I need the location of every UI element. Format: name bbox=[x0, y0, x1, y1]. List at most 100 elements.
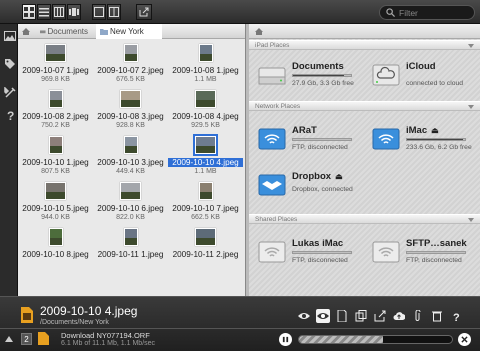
file-thumbnail bbox=[199, 182, 213, 200]
file-item[interactable]: 2009-10-08 2.jpeg 750.2 KB bbox=[18, 88, 93, 134]
usage-bar bbox=[292, 74, 352, 77]
eject-icon[interactable]: ⏏ bbox=[431, 126, 439, 135]
network-places-header[interactable]: Network Places bbox=[249, 101, 480, 111]
places-home-button[interactable] bbox=[251, 24, 267, 39]
place-documents[interactable]: Documents 27.9 Gb, 3.3 Gb free bbox=[249, 57, 359, 95]
dropbox-icon bbox=[258, 174, 286, 196]
file-name: 2009-10-10 8.jpeg bbox=[22, 250, 89, 259]
cloud-upload-icon bbox=[393, 312, 405, 320]
file-name: 2009-10-10 7.jpeg bbox=[172, 204, 239, 213]
list-icon bbox=[39, 8, 49, 17]
place-dropbox[interactable]: Dropbox ⏏ Dropbox, connected bbox=[249, 167, 359, 205]
file-item[interactable]: 2009-10-07 2.jpeg 676.5 KB bbox=[93, 42, 168, 88]
breadcrumb: Documents New York bbox=[18, 24, 245, 39]
coverflow-view-button[interactable] bbox=[67, 4, 81, 20]
file-thumbnail bbox=[45, 44, 66, 62]
grid-view-button[interactable] bbox=[22, 4, 36, 20]
file-item[interactable]: 2009-10-11 1.jpeg bbox=[93, 226, 168, 272]
file-name: 2009-10-08 2.jpeg bbox=[22, 112, 89, 121]
places-breadcrumb bbox=[249, 24, 480, 39]
dual-pane-button[interactable] bbox=[107, 4, 121, 20]
file-thumbnail bbox=[199, 44, 213, 62]
help-sidebar-button[interactable]: ? bbox=[3, 108, 16, 121]
file-item[interactable]: 2009-10-10 3.jpeg 449.4 KB bbox=[93, 134, 168, 180]
place-lukas-imac[interactable]: Lukas iMac FTP, disconnected bbox=[249, 234, 359, 272]
column-view-button[interactable] bbox=[52, 4, 66, 20]
file-item[interactable]: 2009-10-07 1.jpeg 969.8 KB bbox=[18, 42, 93, 88]
section-title: Shared Places bbox=[255, 216, 298, 223]
file-name: 2009-10-10 4.jpeg bbox=[168, 158, 243, 167]
file-name: 2009-10-08 4.jpeg bbox=[172, 112, 239, 121]
file-item[interactable]: 2009-10-08 3.jpeg 928.8 KB bbox=[93, 88, 168, 134]
place-sftp-sanek[interactable]: SFTP…sanek FTP, disconnected bbox=[363, 234, 473, 272]
place-arat[interactable]: ARaT FTP, disconnected bbox=[249, 121, 359, 159]
place-name: Lukas iMac bbox=[292, 238, 344, 249]
tools-icon bbox=[3, 86, 16, 98]
preview-button[interactable] bbox=[297, 309, 311, 323]
transfer-count-badge: 2 bbox=[21, 333, 32, 345]
close-icon bbox=[461, 336, 468, 343]
search-icon bbox=[386, 8, 395, 17]
place-imac[interactable]: iMac ⏏ 233.6 Gb, 6.2 Gb free bbox=[363, 121, 473, 159]
open-in-button[interactable] bbox=[373, 309, 387, 323]
open-in-icon bbox=[374, 310, 386, 322]
images-tool-button[interactable] bbox=[3, 29, 16, 42]
place-icloud[interactable]: iCloud connected to cloud bbox=[363, 57, 473, 95]
delete-button[interactable] bbox=[430, 309, 444, 323]
share-button[interactable] bbox=[136, 4, 152, 20]
pause-download-button[interactable] bbox=[279, 333, 292, 346]
file-item[interactable]: 2009-10-10 8.jpeg bbox=[18, 226, 93, 272]
svg-text:?: ? bbox=[453, 312, 460, 322]
place-status: connected to cloud bbox=[406, 80, 464, 87]
help-button[interactable]: ? bbox=[449, 309, 463, 323]
ipad-places-header[interactable]: iPad Places bbox=[249, 40, 480, 50]
quick-look-button[interactable] bbox=[316, 309, 330, 323]
copy-button[interactable] bbox=[354, 309, 368, 323]
place-name: iMac ⏏ bbox=[406, 125, 439, 136]
usage-bar bbox=[292, 138, 352, 141]
coverflow-icon bbox=[69, 8, 79, 16]
shared-places-header[interactable]: Shared Places bbox=[249, 214, 480, 224]
tags-tool-button[interactable] bbox=[3, 57, 16, 70]
file-item[interactable]: 2009-10-10 6.jpeg 822.0 KB bbox=[93, 180, 168, 226]
file-item[interactable]: 2009-10-08 4.jpeg 929.5 KB bbox=[168, 88, 243, 134]
breadcrumb-new-york[interactable]: New York bbox=[96, 24, 162, 39]
expand-transfers-icon[interactable] bbox=[5, 336, 13, 342]
file-name: 2009-10-10 1.jpeg bbox=[22, 158, 89, 167]
place-name: ARaT bbox=[292, 125, 317, 136]
file-item[interactable]: 2009-10-10 7.jpeg 662.5 KB bbox=[168, 180, 243, 226]
place-status: FTP, disconnected bbox=[292, 144, 348, 151]
wifi-server-icon bbox=[258, 241, 286, 263]
attach-button[interactable] bbox=[411, 309, 425, 323]
breadcrumb-home[interactable] bbox=[18, 24, 36, 39]
folder-icon bbox=[100, 28, 108, 35]
file-thumbnail bbox=[49, 136, 63, 154]
file-item-selected[interactable]: 2009-10-10 4.jpeg 1.1 MB bbox=[168, 134, 243, 180]
image-file-icon bbox=[38, 332, 49, 345]
file-name: 2009-10-08 1.jpeg bbox=[172, 66, 239, 75]
file-item[interactable]: 2009-10-08 1.jpeg 1.1 MB bbox=[168, 42, 243, 88]
file-item[interactable]: 2009-10-10 1.jpeg 807.5 KB bbox=[18, 134, 93, 180]
file-item[interactable]: 2009-10-11 2.jpeg bbox=[168, 226, 243, 272]
info-button[interactable] bbox=[335, 309, 349, 323]
breadcrumb-documents[interactable]: Documents bbox=[36, 24, 96, 39]
dual-pane-icon bbox=[109, 7, 119, 17]
document-icon bbox=[337, 310, 347, 322]
image-icon bbox=[3, 30, 16, 41]
file-name: 2009-10-11 1.jpeg bbox=[97, 250, 164, 259]
app-window: Filter ? Documents New York 2009-10-07 1… bbox=[0, 0, 480, 351]
drive-icon bbox=[40, 29, 46, 33]
file-thumbnail bbox=[120, 90, 141, 108]
file-item[interactable]: 2009-10-10 5.jpeg 944.0 KB bbox=[18, 180, 93, 226]
tools-button[interactable] bbox=[3, 86, 16, 99]
single-pane-button[interactable] bbox=[92, 4, 106, 20]
file-thumbnail bbox=[120, 182, 141, 200]
eject-icon[interactable]: ⏏ bbox=[335, 172, 343, 181]
file-thumbnail bbox=[49, 228, 63, 246]
filter-search-field[interactable]: Filter bbox=[379, 5, 475, 20]
place-name: SFTP…sanek bbox=[406, 238, 467, 249]
list-view-button[interactable] bbox=[37, 4, 51, 20]
place-status: 27.9 Gb, 3.3 Gb free bbox=[292, 80, 354, 87]
upload-cloud-button[interactable] bbox=[392, 309, 406, 323]
cancel-download-button[interactable] bbox=[458, 333, 471, 346]
